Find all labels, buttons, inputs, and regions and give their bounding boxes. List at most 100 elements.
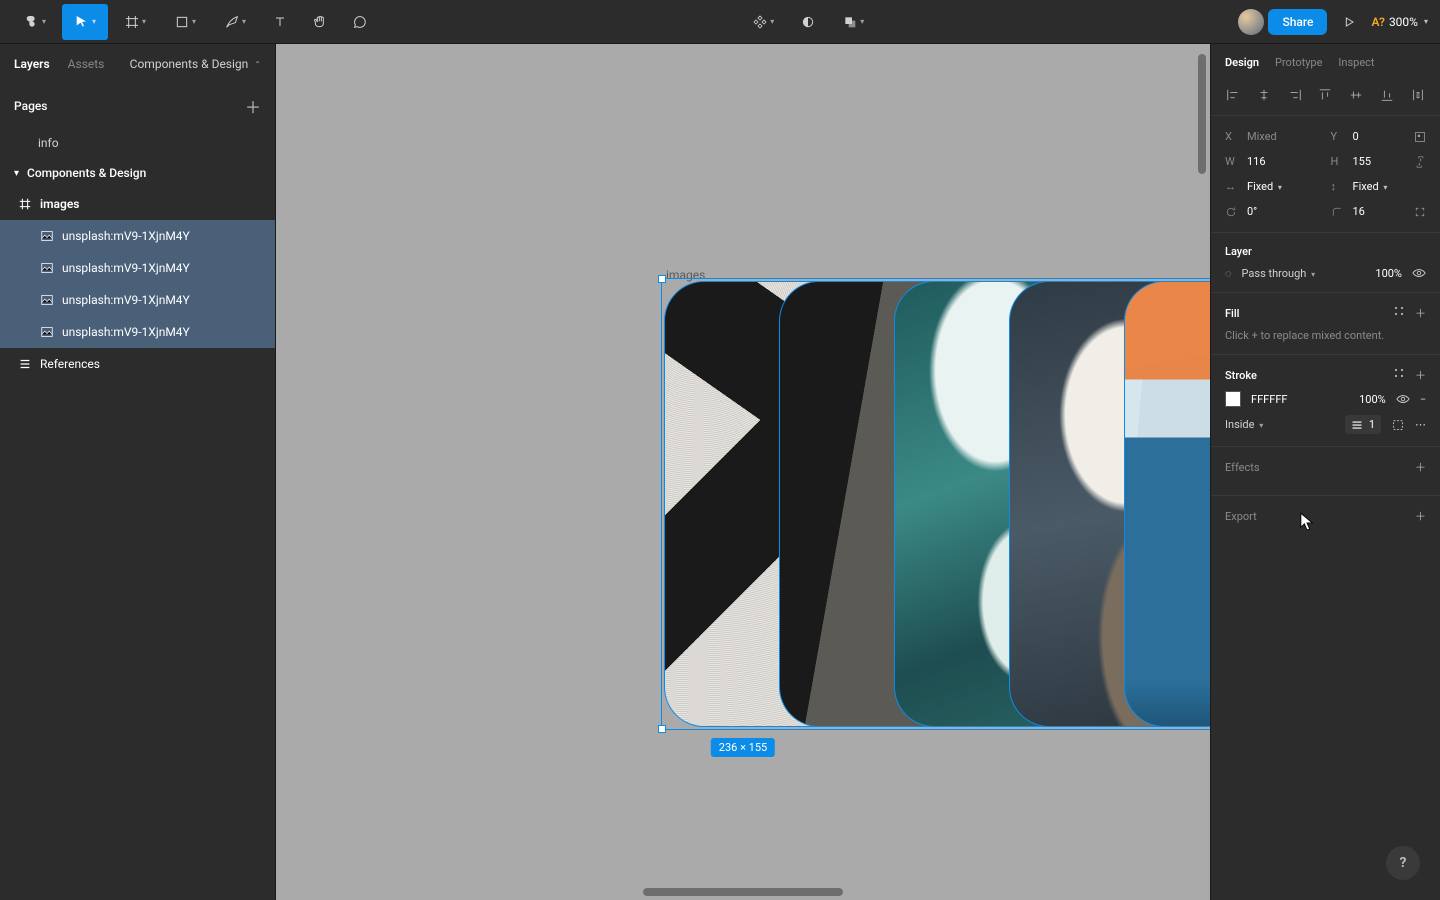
add-fill-button[interactable]: ＋ [1415,305,1426,321]
align-bottom-icon[interactable] [1379,87,1395,103]
stroke-color-input[interactable]: FFFFFF [1251,393,1287,406]
x-input[interactable]: Mixed [1247,130,1277,143]
right-panel: Design Prototype Inspect XMixed Y0 W116 … [1210,44,1440,900]
stroke-per-side-icon[interactable] [1391,418,1405,432]
export-section-title: Export [1225,510,1257,523]
tab-design[interactable]: Design [1225,56,1259,69]
pages-label: Pages [14,99,47,113]
image-card[interactable] [1124,281,1210,727]
y-input[interactable]: 0 [1353,130,1359,143]
page-nav-dropdown[interactable]: Components & Design⌃ [130,57,261,71]
frame-tool[interactable]: ▾ [112,4,158,40]
scrollbar-vertical[interactable] [1198,54,1206,174]
radius-input[interactable]: 16 [1353,205,1365,218]
page-item-info[interactable]: info [0,128,275,158]
rotation-icon [1225,206,1239,218]
layer-item[interactable]: unsplash:mV9-1XjnM4Y [0,252,275,284]
present-button[interactable] [1331,4,1367,40]
boolean-tool[interactable]: ▾ [830,4,876,40]
image-icon [40,293,54,307]
avatar[interactable] [1238,9,1264,35]
remove-stroke-button[interactable]: − [1420,393,1426,406]
left-panel: Layers Assets Components & Design⌃ Pages… [0,44,276,900]
fill-section-title: Fill [1225,307,1239,320]
layer-label: unsplash:mV9-1XjnM4Y [62,293,190,307]
layer-label: References [40,357,100,371]
lock-aspect-icon[interactable] [1414,156,1426,168]
layer-label: unsplash:mV9-1XjnM4Y [62,325,190,339]
blend-mode-icon: ◌ [1225,267,1232,280]
layer-frame-references[interactable]: References [0,348,275,380]
main-menu-button[interactable]: ▾ [12,4,58,40]
image-icon [40,229,54,243]
align-hcenter-icon[interactable] [1256,87,1272,103]
add-stroke-button[interactable]: ＋ [1415,367,1426,383]
w-input[interactable]: 116 [1247,155,1266,168]
page-item-current[interactable]: ▾ Components & Design [0,158,275,188]
align-left-icon[interactable] [1225,87,1241,103]
dimensions-badge: 236 × 155 [711,738,775,757]
radius-icon [1331,206,1345,218]
layer-frame-images[interactable]: images [0,188,275,220]
style-icon[interactable] [1393,305,1405,321]
stroke-opacity-input[interactable]: 100% [1359,393,1386,406]
add-export-button[interactable]: ＋ [1415,508,1426,524]
align-vcenter-icon[interactable] [1348,87,1364,103]
abs-position-icon[interactable] [1414,131,1426,143]
opacity-input[interactable]: 100% [1375,267,1402,280]
tab-layers[interactable]: Layers [14,57,50,71]
resize-handle[interactable] [658,725,666,733]
stroke-color-swatch[interactable] [1225,391,1241,407]
layer-item[interactable]: unsplash:mV9-1XjnM4Y [0,284,275,316]
tab-prototype[interactable]: Prototype [1275,56,1322,69]
share-button[interactable]: Share [1268,9,1327,35]
image-icon [40,325,54,339]
rotation-input[interactable]: 0° [1247,205,1257,218]
cursor-icon [1300,512,1314,532]
pen-tool[interactable]: ▾ [212,4,258,40]
components-menu[interactable]: ▾ [740,4,786,40]
vresize-dropdown[interactable]: Fixed ▾ [1353,180,1388,193]
add-effect-button[interactable]: ＋ [1415,459,1426,475]
image-icon [40,261,54,275]
w-label: W [1225,155,1239,168]
distribute-icon[interactable] [1410,87,1426,103]
x-label: X [1225,130,1239,143]
hresize-dropdown[interactable]: Fixed ▾ [1247,180,1282,193]
top-toolbar: ▾ ▾ ▾ ▾ ▾ ▾ ▾ [0,0,1440,44]
align-top-icon[interactable] [1317,87,1333,103]
add-page-button[interactable]: ＋ [245,94,261,118]
text-tool[interactable] [262,4,298,40]
mask-tool[interactable] [790,4,826,40]
align-right-icon[interactable] [1287,87,1303,103]
tab-inspect[interactable]: Inspect [1338,56,1374,69]
layer-item[interactable]: unsplash:mV9-1XjnM4Y [0,316,275,348]
missing-fonts-badge[interactable]: A? [1371,15,1385,29]
stroke-side-dropdown[interactable]: Inside ▾ [1225,418,1263,431]
stroke-weight-input[interactable]: 1 [1345,415,1381,434]
stroke-advanced-button[interactable]: ⋯ [1415,418,1426,431]
visibility-icon[interactable] [1396,392,1410,406]
hresize-icon: ↔ [1225,180,1239,193]
move-tool[interactable]: ▾ [62,4,108,40]
hand-tool[interactable] [302,4,338,40]
canvas[interactable]: images 236 × 155 [276,44,1210,900]
individual-corners-icon[interactable] [1414,206,1426,218]
h-input[interactable]: 155 [1353,155,1372,168]
layer-label: images [40,197,79,211]
shape-tool[interactable]: ▾ [162,4,208,40]
stroke-section-title: Stroke [1225,369,1257,382]
zoom-dropdown[interactable]: 300%▾ [1389,15,1428,29]
tab-assets[interactable]: Assets [68,57,105,71]
style-icon[interactable] [1393,367,1405,383]
help-button[interactable]: ? [1386,846,1420,880]
visibility-icon[interactable] [1412,266,1426,280]
zoom-value: 300% [1389,15,1418,29]
fill-hint: Click + to replace mixed content. [1225,329,1426,342]
layer-item[interactable]: unsplash:mV9-1XjnM4Y [0,220,275,252]
comment-tool[interactable] [342,4,378,40]
scrollbar-horizontal[interactable] [643,888,843,896]
vresize-icon: ↕ [1331,180,1345,193]
blend-mode-dropdown[interactable]: Pass through ▾ [1242,267,1316,280]
resize-handle[interactable] [658,275,666,283]
